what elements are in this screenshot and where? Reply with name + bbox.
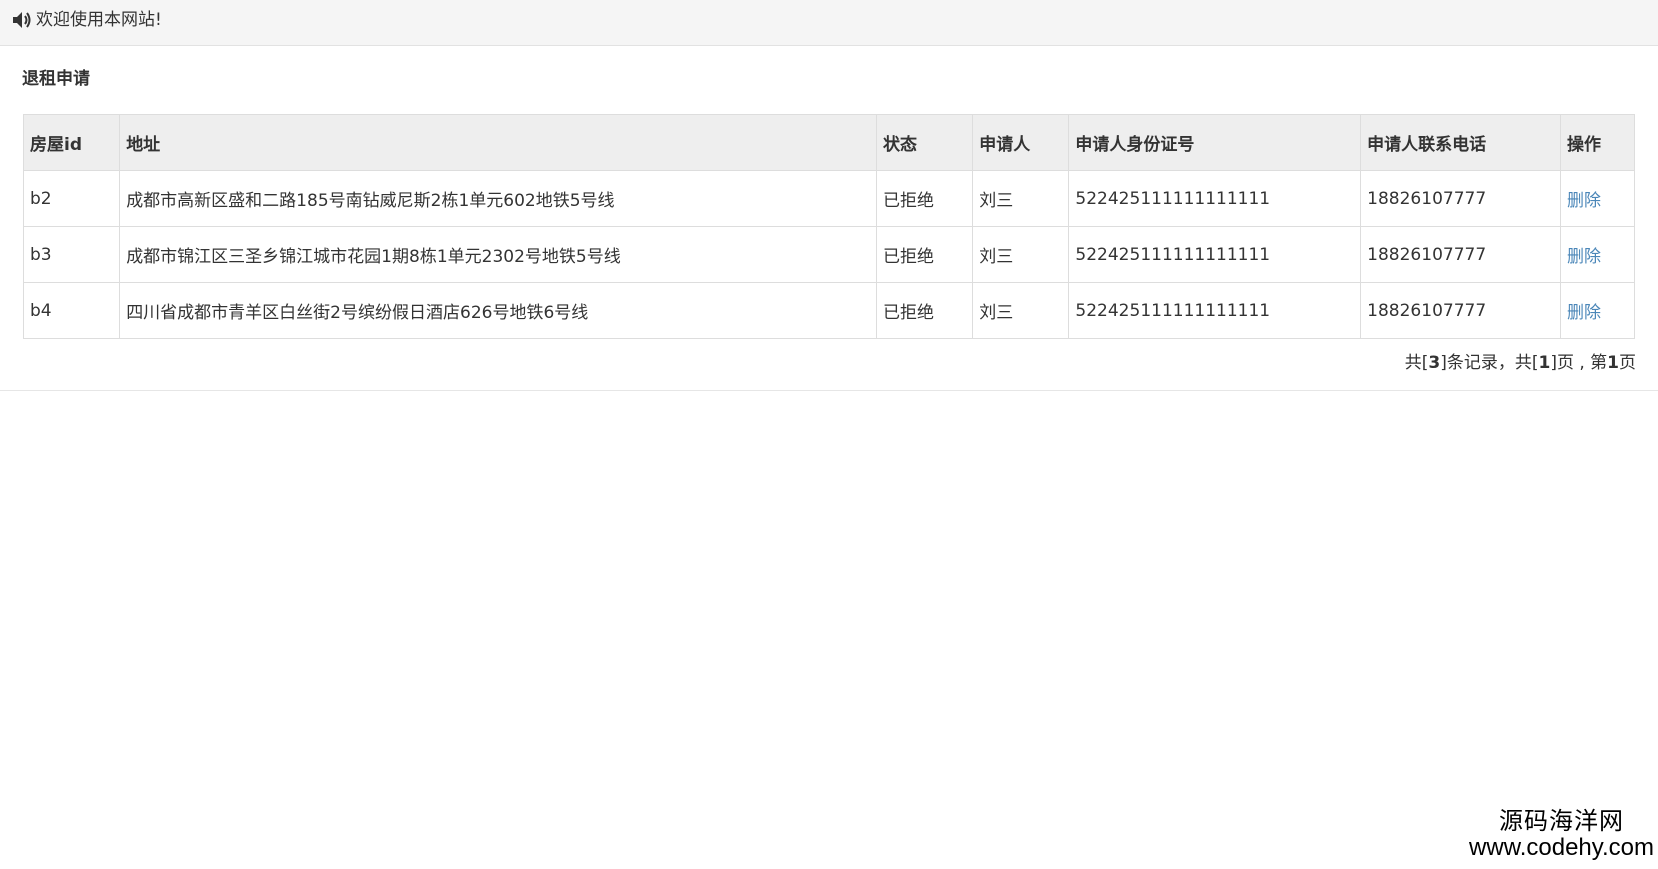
- welcome-text: 欢迎使用本网站!: [36, 10, 162, 30]
- cell-phone: 18826107777: [1360, 170, 1561, 227]
- cell-id-number: 522425111111111111: [1068, 226, 1362, 283]
- watermark-url: www.codehy.com: [1469, 834, 1654, 861]
- pager-prefix: 共[: [1404, 353, 1429, 373]
- cell-address: 成都市锦江区三圣乡锦江城市花园1期8栋1单元2302号地铁5号线: [119, 226, 878, 283]
- cell-applicant: 刘三: [972, 226, 1070, 283]
- panel-title: 退租申请: [22, 69, 90, 89]
- column-header-status: 状态: [876, 114, 974, 171]
- cell-status: 已拒绝: [876, 170, 974, 227]
- table-row: b3 成都市锦江区三圣乡锦江城市花园1期8栋1单元2302号地铁5号线 已拒绝 …: [22, 226, 1636, 283]
- cell-action: 删除: [1559, 226, 1636, 283]
- column-header-house-id: 房屋id: [22, 114, 121, 171]
- table-header-row: 房屋id 地址 状态 申请人 申请人身份证号 申请人联系电话 操作: [22, 114, 1636, 171]
- column-header-id-number: 申请人身份证号: [1068, 114, 1362, 171]
- pager-mid2: ]页 , 第: [1550, 353, 1608, 373]
- cell-house-id: b2: [22, 170, 121, 227]
- column-header-address: 地址: [119, 114, 878, 171]
- cell-address: 成都市高新区盛和二路185号南钻威尼斯2栋1单元602地铁5号线: [119, 170, 878, 227]
- delete-link[interactable]: 删除: [1567, 191, 1601, 211]
- pager-current-page: 1: [1607, 353, 1619, 373]
- cell-id-number: 522425111111111111: [1068, 282, 1362, 339]
- cell-action: 删除: [1559, 170, 1636, 227]
- column-header-phone: 申请人联系电话: [1360, 114, 1561, 171]
- top-bar: 欢迎使用本网站!: [0, 0, 1658, 46]
- pagination-summary: 共[3]条记录，共[1]页 , 第1页: [1405, 352, 1636, 374]
- cell-applicant: 刘三: [972, 170, 1070, 227]
- cell-action: 删除: [1559, 282, 1636, 339]
- cell-house-id: b4: [22, 282, 121, 339]
- cell-status: 已拒绝: [876, 282, 974, 339]
- cell-house-id: b3: [22, 226, 121, 283]
- speaker-icon: [13, 12, 31, 28]
- delete-link[interactable]: 删除: [1567, 303, 1601, 323]
- cell-phone: 18826107777: [1360, 226, 1561, 283]
- table-row: b2 成都市高新区盛和二路185号南钻威尼斯2栋1单元602地铁5号线 已拒绝 …: [22, 170, 1636, 227]
- refund-request-table: 房屋id 地址 状态 申请人 申请人身份证号 申请人联系电话 操作 b2 成都市…: [22, 114, 1636, 339]
- delete-link[interactable]: 删除: [1567, 247, 1601, 267]
- column-header-action: 操作: [1559, 114, 1636, 171]
- pager-suffix: 页: [1619, 353, 1636, 373]
- pager-total-records: 3: [1428, 353, 1441, 373]
- site-watermark: 源码海洋网 www.codehy.com: [1469, 809, 1654, 861]
- table-row: b4 四川省成都市青羊区白丝街2号缤纷假日酒店626号地铁6号线 已拒绝 刘三 …: [22, 282, 1636, 339]
- cell-address: 四川省成都市青羊区白丝街2号缤纷假日酒店626号地铁6号线: [119, 282, 878, 339]
- column-header-applicant: 申请人: [972, 114, 1070, 171]
- cell-phone: 18826107777: [1360, 282, 1561, 339]
- cell-applicant: 刘三: [972, 282, 1070, 339]
- watermark-name: 源码海洋网: [1499, 808, 1625, 835]
- cell-id-number: 522425111111111111: [1068, 170, 1362, 227]
- refund-request-panel: 退租申请 房屋id 地址 状态 申请人 申请人身份证号 申请人联系电话 操作 b…: [0, 46, 1658, 391]
- pager-total-pages: 1: [1538, 353, 1551, 373]
- cell-status: 已拒绝: [876, 226, 974, 283]
- pager-mid1: ]条记录，共[: [1440, 353, 1539, 373]
